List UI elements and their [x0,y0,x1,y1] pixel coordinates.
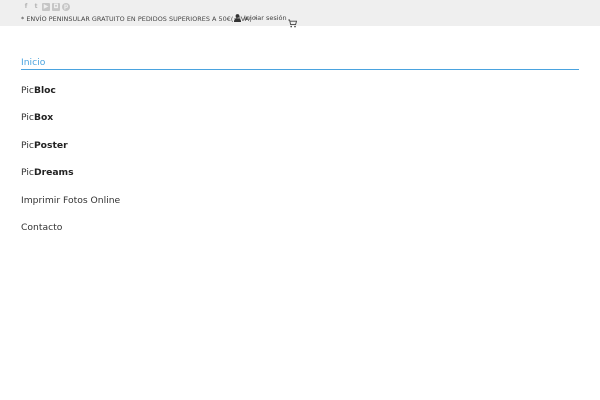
menu-item-picbox-bold: Box [33,112,54,123]
social-icons: f t ▶ ◘ p [22,3,70,12]
top-bar: f t ▶ ◘ p * ENVÍO PENINSULAR GRATUITO EN… [0,0,600,28]
menu-item-picdreams-bold: Dreams [33,167,74,178]
menu-item-picposter-prefix: Pic [21,140,34,151]
menu-item-picbloc-prefix: Pic [21,85,34,96]
login-label: Iniciar sesión [244,14,287,22]
menu-item-picdreams[interactable]: PicDreams [21,167,74,179]
cart-button[interactable] [288,13,298,28]
youtube-icon[interactable]: ▶ [42,3,50,11]
menu-item-picbox[interactable]: PicBox [21,112,53,124]
menu-item-picbloc[interactable]: PicBloc [21,85,56,97]
facebook-icon[interactable]: f [22,3,30,11]
menu-item-inicio[interactable]: Inicio [21,57,45,69]
user-icon [234,14,241,22]
shipping-promo-text: * ENVÍO PENINSULAR GRATUITO EN PEDIDOS S… [21,15,258,23]
menu-item-picposter[interactable]: PicPoster [21,140,68,152]
instagram-icon[interactable]: ◘ [52,3,60,11]
cart-icon [288,19,298,28]
menu-item-picposter-bold: Poster [33,140,68,151]
twitter-icon[interactable]: t [32,3,40,11]
menu-item-picdreams-prefix: Pic [21,167,34,178]
menu-item-imprimir-fotos-online[interactable]: Imprimir Fotos Online [21,195,120,207]
login-link[interactable]: Iniciar sesión [234,13,287,23]
menu-item-contacto[interactable]: Contacto [21,222,62,234]
pinterest-icon[interactable]: p [62,3,70,11]
menu-item-picbox-prefix: Pic [21,112,34,123]
active-menu-underline [21,69,579,70]
menu-item-picbloc-bold: Bloc [33,85,56,96]
